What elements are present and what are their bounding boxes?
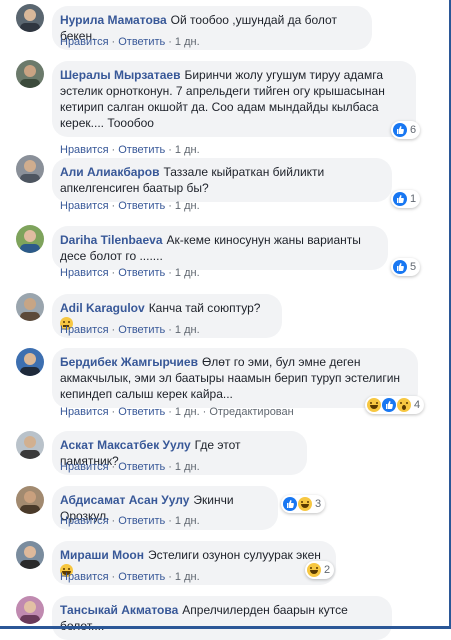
- comment-bubble: Бердибек Жамгырчиев Өлөт го эми, бул эмне…: [52, 348, 418, 408]
- like-icon: [283, 497, 297, 511]
- reaction-count: 2: [324, 564, 331, 576]
- comment-author[interactable]: Dariha Tilenbaeva: [60, 233, 163, 247]
- comment-actions: Нравится · Ответить · 1 дн.: [60, 267, 200, 279]
- wow-icon: [397, 398, 411, 412]
- comment-author[interactable]: Аскат Максатбек Уулу: [60, 438, 191, 452]
- like-link[interactable]: Нравится: [60, 36, 109, 48]
- haha-icon: [307, 563, 321, 577]
- timestamp[interactable]: 1 дн.: [175, 200, 200, 212]
- reaction-summary[interactable]: 4: [365, 396, 425, 414]
- comment-actions: Нравится · Ответить · 1 дн.: [60, 461, 200, 473]
- reply-link[interactable]: Ответить: [118, 36, 165, 48]
- comment-author[interactable]: Тансыкай Акматова: [60, 603, 178, 617]
- reaction-count: 3: [315, 498, 322, 510]
- avatar[interactable]: [16, 348, 44, 376]
- reaction-count: 4: [414, 399, 421, 411]
- like-link[interactable]: Нравится: [60, 267, 109, 279]
- timestamp[interactable]: 1 дн.: [175, 515, 200, 527]
- reaction-count: 1: [410, 193, 417, 205]
- haha-icon: [367, 398, 381, 412]
- timestamp[interactable]: 1 дн.: [175, 461, 200, 473]
- timestamp[interactable]: 1 дн.: [175, 571, 200, 583]
- reaction-summary[interactable]: 3: [281, 495, 326, 513]
- reaction-summary[interactable]: 6: [391, 121, 421, 139]
- timestamp[interactable]: 1 дн.: [175, 406, 200, 418]
- reaction-count: 5: [410, 261, 417, 273]
- comment-author[interactable]: Шералы Мырзатаев: [60, 68, 180, 82]
- comment-bubble: Тансыкай Акматова Апрелчилерден баарын ку…: [52, 596, 392, 640]
- edited-label[interactable]: Отредактирован: [209, 406, 293, 418]
- like-link[interactable]: Нравится: [60, 406, 109, 418]
- timestamp[interactable]: 1 дн.: [175, 267, 200, 279]
- like-icon: [393, 192, 407, 206]
- comment-bubble: Dariha Tilenbaeva Ак-кеме киносунун жаны …: [52, 226, 388, 270]
- like-link[interactable]: Нравится: [60, 144, 109, 156]
- like-link[interactable]: Нравится: [60, 461, 109, 473]
- comment-actions: Нравится · Ответить · 1 дн.: [60, 36, 200, 48]
- timestamp[interactable]: 1 дн.: [175, 36, 200, 48]
- reaction-summary[interactable]: 2: [305, 561, 335, 579]
- like-icon: [393, 123, 407, 137]
- like-link[interactable]: Нравится: [60, 324, 109, 336]
- like-icon: [393, 260, 407, 274]
- comment-actions: Нравится · Ответить · 1 дн.: [60, 200, 200, 212]
- reply-link[interactable]: Ответить: [118, 406, 165, 418]
- avatar[interactable]: [16, 4, 44, 32]
- reaction-summary[interactable]: 5: [391, 258, 421, 276]
- timestamp[interactable]: 1 дн.: [175, 324, 200, 336]
- avatar[interactable]: [16, 596, 44, 624]
- comment-text: Канча тай союптур?: [148, 301, 261, 315]
- timestamp[interactable]: 1 дн.: [175, 144, 200, 156]
- comment-actions: Нравится · Ответить · 1 дн.: [60, 515, 200, 527]
- avatar[interactable]: [16, 431, 44, 459]
- reply-link[interactable]: Ответить: [118, 571, 165, 583]
- reaction-summary[interactable]: 1: [391, 190, 421, 208]
- reply-link[interactable]: Ответить: [118, 515, 165, 527]
- reaction-count: 6: [410, 124, 417, 136]
- avatar[interactable]: [16, 60, 44, 88]
- comment-actions: Нравится · Ответить · 1 дн.: [60, 571, 200, 583]
- avatar[interactable]: [16, 293, 44, 321]
- comment-author[interactable]: Нурила Маматова: [60, 13, 167, 27]
- like-link[interactable]: Нравится: [60, 515, 109, 527]
- comment-text: Эстелиги озунон сулуурак экен: [148, 548, 321, 562]
- comment-author[interactable]: Абдисамат Асан Уулу: [60, 493, 189, 507]
- comment-author[interactable]: Бердибек Жамгырчиев: [60, 355, 198, 369]
- like-icon: [382, 398, 396, 412]
- comment-actions: Нравится · Ответить · 1 дн. · Отредактирован: [60, 406, 294, 418]
- reply-link[interactable]: Ответить: [118, 200, 165, 212]
- avatar[interactable]: [16, 225, 44, 253]
- comment-bubble: Шералы Мырзатаев Биринчи жолу угушум тиру…: [52, 61, 416, 137]
- comment-actions: Нравится · Ответить · 1 дн.: [60, 144, 200, 156]
- haha-icon: [298, 497, 312, 511]
- comment-author[interactable]: Adil Karagulov: [60, 301, 145, 315]
- reply-link[interactable]: Ответить: [118, 144, 165, 156]
- avatar[interactable]: [16, 541, 44, 569]
- reply-link[interactable]: Ответить: [118, 461, 165, 473]
- comment-author[interactable]: Мираши Моон: [60, 548, 144, 562]
- comment-bubble: Али Алиакбаров Таззале кыйраткан бийликти…: [52, 158, 392, 202]
- avatar[interactable]: [16, 155, 44, 183]
- comment-actions: Нравится · Ответить · 1 дн.: [60, 324, 200, 336]
- like-link[interactable]: Нравится: [60, 200, 109, 212]
- like-link[interactable]: Нравится: [60, 571, 109, 583]
- reply-link[interactable]: Ответить: [118, 324, 165, 336]
- avatar[interactable]: [16, 486, 44, 514]
- comment-author[interactable]: Али Алиакбаров: [60, 165, 159, 179]
- reply-link[interactable]: Ответить: [118, 267, 165, 279]
